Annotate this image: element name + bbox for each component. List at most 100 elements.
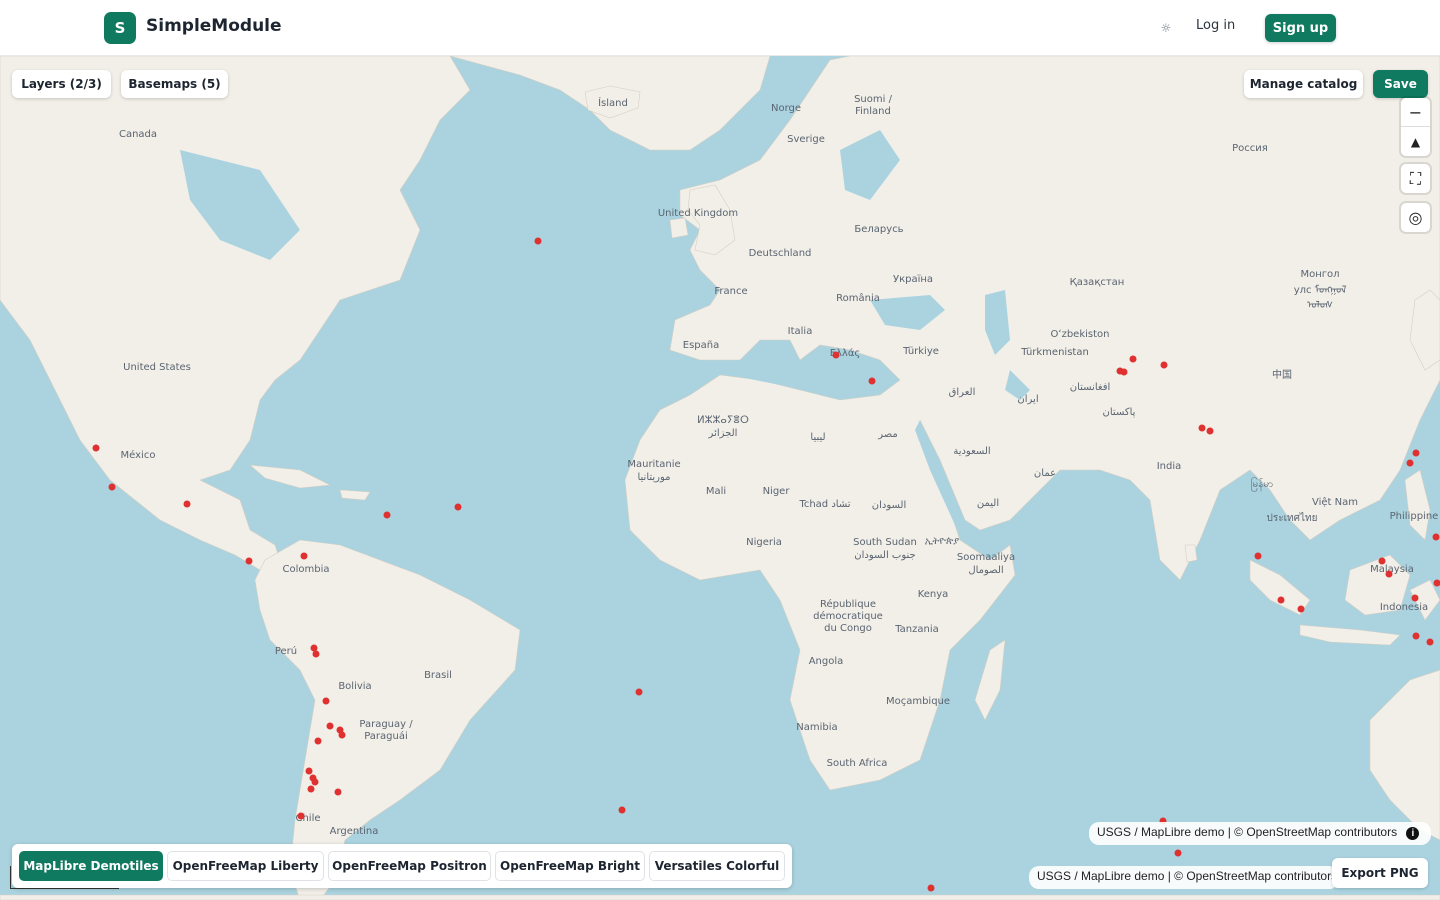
map-label: السعودية: [953, 446, 990, 457]
earthquake-marker[interactable]: [927, 884, 935, 892]
map-label: ⵍⵣⵣⴰⵢⴻⵔ: [697, 415, 749, 426]
earthquake-marker[interactable]: [326, 722, 334, 730]
earthquake-marker[interactable]: [322, 697, 330, 705]
map-label: démocratique: [813, 610, 883, 622]
map-label: جنوب السودان: [854, 550, 915, 561]
earthquake-marker[interactable]: [1120, 368, 1128, 376]
earthquake-marker[interactable]: [383, 511, 391, 519]
earthquake-marker[interactable]: [1433, 579, 1440, 587]
map-label: Mali: [706, 486, 726, 497]
map-label: Kenya: [918, 589, 949, 600]
map-label: Angola: [809, 656, 844, 667]
map-label: Sverige: [787, 134, 825, 145]
map-label: United Kingdom: [658, 208, 738, 219]
basemap-option[interactable]: Versatiles Colorful: [649, 851, 785, 881]
earthquake-marker[interactable]: [1412, 449, 1420, 457]
map-label: Soomaaliya: [957, 552, 1015, 563]
map-label: ኢትዮጵያ: [925, 536, 959, 547]
app-logo[interactable]: S: [104, 12, 136, 44]
earthquake-marker[interactable]: [338, 731, 346, 739]
sun-icon[interactable]: ☼: [1158, 20, 1174, 36]
earthquake-marker[interactable]: [307, 785, 315, 793]
map-label: پاکستان: [1103, 407, 1136, 418]
map-label: ᠤᠯᠤᠰ: [1307, 299, 1333, 311]
earthquake-marker[interactable]: [618, 806, 626, 814]
earthquake-marker[interactable]: [454, 503, 462, 511]
basemap-switcher: MapLibre Demotiles OpenFreeMap Liberty O…: [12, 844, 792, 888]
map-label: Mauritanie: [627, 459, 680, 470]
map-label: Ísland: [598, 96, 628, 109]
basemaps-button[interactable]: Basemaps (5): [121, 70, 228, 98]
map-label: España: [683, 340, 719, 351]
map-label: ประเทศไทย: [1267, 512, 1318, 524]
attribution-box: USGS / MapLibre demo | © OpenStreetMap c…: [1089, 822, 1431, 845]
map-label: Монгол: [1300, 269, 1339, 280]
map-label: افغانستان: [1070, 382, 1111, 393]
earthquake-marker[interactable]: [1174, 849, 1182, 857]
basemap-option[interactable]: MapLibre Demotiles: [19, 851, 163, 881]
earthquake-marker[interactable]: [1385, 570, 1393, 578]
map-label: South Africa: [827, 758, 888, 769]
basemap-option[interactable]: OpenFreeMap Bright: [495, 851, 645, 881]
map-label: улс ᠮᠣᠩᠭᠣᠯ: [1294, 284, 1347, 296]
map-label: Paraguay /: [359, 719, 413, 730]
save-button[interactable]: Save: [1373, 70, 1428, 98]
navigation-control: − ▲: [1401, 98, 1430, 156]
basemap-option[interactable]: OpenFreeMap Liberty: [167, 851, 324, 881]
earthquake-marker[interactable]: [1129, 355, 1137, 363]
zoom-out-button[interactable]: −: [1401, 98, 1430, 127]
map-canvas[interactable]: Ísland Norge Suomi / Finland Sverige Россия Ca…: [0, 56, 1440, 900]
earthquake-marker[interactable]: [312, 650, 320, 658]
earthquake-marker[interactable]: [1254, 552, 1262, 560]
earthquake-marker[interactable]: [334, 788, 342, 796]
map-label: Indonesia: [1380, 602, 1428, 613]
earthquake-marker[interactable]: [1432, 533, 1440, 541]
fullscreen-icon[interactable]: ⛶: [1401, 164, 1430, 193]
map-label: Italia: [788, 326, 813, 337]
earthquake-marker[interactable]: [245, 557, 253, 565]
earthquake-marker[interactable]: [1406, 459, 1414, 467]
earthquake-marker[interactable]: [534, 237, 542, 245]
earthquake-marker[interactable]: [1426, 638, 1434, 646]
map-label: 中国: [1272, 368, 1292, 381]
earthquake-marker[interactable]: [305, 767, 313, 775]
earthquake-marker[interactable]: [868, 377, 876, 385]
signup-button[interactable]: Sign up: [1265, 14, 1336, 42]
info-icon[interactable]: i: [1406, 827, 1420, 840]
brand-name[interactable]: SimpleModule: [146, 16, 282, 36]
earthquake-marker[interactable]: [297, 812, 305, 820]
compass-icon[interactable]: ▲: [1401, 127, 1430, 156]
earthquake-marker[interactable]: [311, 778, 319, 786]
locate-icon[interactable]: ◎: [1401, 203, 1430, 232]
attribution-text: USGS / MapLibre demo | © OpenStreetMap c…: [1097, 825, 1398, 839]
earthquake-marker[interactable]: [1198, 424, 1206, 432]
earthquake-marker[interactable]: [832, 351, 840, 359]
map-label: موريتانيا: [637, 472, 670, 483]
earthquake-marker[interactable]: [1378, 557, 1386, 565]
earthquake-marker[interactable]: [1297, 605, 1305, 613]
earthquake-marker[interactable]: [314, 737, 322, 745]
earthquake-marker[interactable]: [635, 688, 643, 696]
basemap-option[interactable]: OpenFreeMap Positron: [328, 851, 491, 881]
earthquake-marker[interactable]: [1277, 596, 1285, 604]
earthquake-marker[interactable]: [183, 500, 191, 508]
manage-catalog-button[interactable]: Manage catalog: [1244, 70, 1363, 98]
earthquake-marker[interactable]: [300, 552, 308, 560]
earthquake-marker[interactable]: [310, 644, 318, 652]
login-link[interactable]: Log in: [1196, 18, 1235, 33]
map-label: United States: [123, 362, 191, 373]
export-png-button[interactable]: Export PNG: [1332, 858, 1428, 888]
map-svg: Ísland Norge Suomi /Finland Sverige Россия Ca…: [0, 56, 1440, 900]
earthquake-marker[interactable]: [92, 444, 100, 452]
map-label: Canada: [119, 129, 157, 140]
earthquake-marker[interactable]: [1160, 361, 1168, 369]
earthquake-marker[interactable]: [1412, 632, 1420, 640]
earthquake-marker[interactable]: [1411, 594, 1419, 602]
map-label: Moçambique: [886, 696, 950, 707]
layers-button[interactable]: Layers (2/3): [12, 70, 111, 98]
map-label: Perú: [275, 645, 297, 657]
map-label: Türkmenistan: [1020, 347, 1089, 358]
map-label: Україна: [893, 274, 933, 285]
earthquake-marker[interactable]: [1206, 427, 1214, 435]
earthquake-marker[interactable]: [108, 483, 116, 491]
